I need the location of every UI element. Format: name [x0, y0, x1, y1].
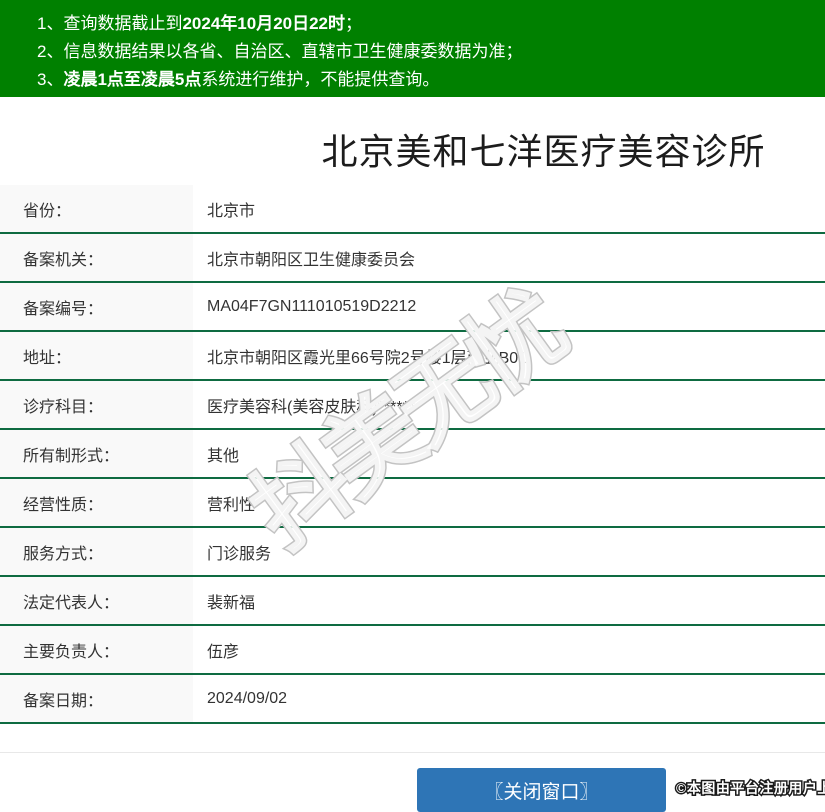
table-row: 服务方式： 门诊服务 — [0, 528, 825, 577]
row-value: 其他 — [207, 447, 240, 465]
table-row: 主要负责人： 伍彦 — [0, 626, 825, 675]
table-row: 经营性质： 营利性 — [0, 479, 825, 528]
row-label: 备案编号： — [0, 283, 193, 330]
notice-line: 2、信息数据结果以各省、自治区、直辖市卫生健康委数据为准； — [37, 42, 523, 61]
row-label: 所有制形式： — [0, 430, 193, 477]
row-label: 主要负责人： — [0, 626, 193, 673]
row-value: 伍彦 — [207, 643, 240, 661]
row-label: 备案机关： — [0, 234, 193, 281]
row-value: 2024/09/02 — [207, 689, 288, 707]
record-detail-page: 1、查询数据截止到2024年10月20日22时； 2、信息数据结果以各省、自治区、… — [0, 0, 825, 812]
notice-line: 3、凌晨1点至凌晨5点系统进行维护，不能提供查询。 — [37, 70, 440, 89]
close-window-button[interactable]: 〖关闭窗口〗 — [417, 768, 666, 812]
table-row: 所有制形式： 其他 — [0, 430, 825, 479]
copyright-stamp: ©本图由平台注册用户上传 — [674, 779, 825, 798]
row-label: 诊疗科目： — [0, 381, 193, 428]
row-value: 北京市朝阳区卫生健康委员会 — [207, 251, 416, 269]
table-row: 备案日期： 2024/09/02 — [0, 675, 825, 724]
row-value: 北京市 — [207, 202, 256, 220]
row-label: 法定代表人： — [0, 577, 193, 624]
row-value: 门诊服务 — [207, 545, 272, 563]
table-row: 诊疗科目： 医疗美容科(美容皮肤科)****** — [0, 381, 825, 430]
row-value: MA04F7GN111010519D2212 — [207, 297, 417, 315]
table-row: 法定代表人： 裴新福 — [0, 577, 825, 626]
row-label: 经营性质： — [0, 479, 193, 526]
row-value: 裴新福 — [207, 594, 256, 612]
table-row: 备案编号： MA04F7GN111010519D2212 — [0, 283, 825, 332]
row-label: 地址： — [0, 332, 193, 379]
table-row: 省份： 北京市 — [0, 185, 825, 234]
footer-divider — [0, 752, 825, 753]
table-row: 地址： 北京市朝阳区霞光里66号院2号楼1层商业B01 — [0, 332, 825, 381]
row-value: 营利性 — [207, 496, 256, 514]
row-label: 省份： — [0, 185, 193, 232]
row-value: 医疗美容科(美容皮肤科)****** — [207, 398, 416, 416]
notice-banner: 1、查询数据截止到2024年10月20日22时； 2、信息数据结果以各省、自治区、… — [0, 0, 825, 97]
row-label: 服务方式： — [0, 528, 193, 575]
row-label: 备案日期： — [0, 675, 193, 722]
table-row: 备案机关： 北京市朝阳区卫生健康委员会 — [0, 234, 825, 283]
notice-line: 1、查询数据截止到2024年10月20日22时； — [37, 14, 363, 33]
record-table: 省份： 北京市 备案机关： 北京市朝阳区卫生健康委员会 备案编号： MA04F7GN111… — [0, 185, 825, 724]
row-value: 北京市朝阳区霞光里66号院2号楼1层商业B01 — [207, 349, 528, 367]
page-title: 北京美和七洋医疗美容诊所 — [321, 131, 766, 172]
